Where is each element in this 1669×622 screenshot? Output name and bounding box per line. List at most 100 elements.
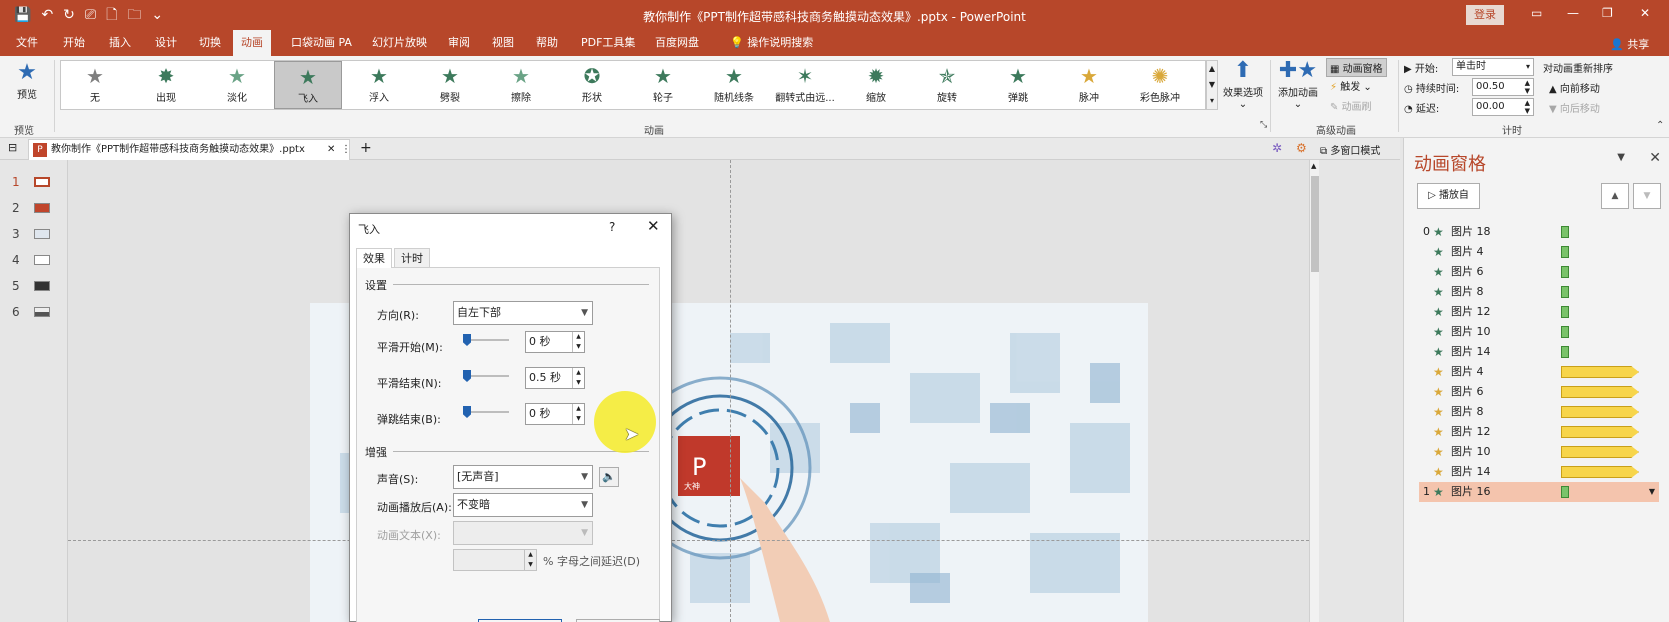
close-dialog-icon[interactable]: ✕ (647, 217, 660, 235)
slide-thumb-6[interactable]: 6 (12, 304, 62, 322)
more-icon[interactable]: ⋮ (341, 140, 351, 160)
slide-thumb-5[interactable]: 5 (12, 278, 62, 296)
effect-random-bars[interactable]: ★ 随机线条 (700, 61, 768, 109)
move-down-button[interactable]: ▼ (1633, 183, 1661, 209)
effect-appear[interactable]: ✸ 出现 (132, 61, 200, 109)
effect-fade[interactable]: ★ 淡化 (203, 61, 271, 109)
restore-icon[interactable]: ❐ (1602, 6, 1613, 20)
tab-view[interactable]: 视图 (484, 30, 522, 56)
animation-item[interactable]: ★ 图片 10 (1419, 442, 1659, 462)
animation-item[interactable]: ★ 图片 8 (1419, 282, 1659, 302)
spin-arrows-icon[interactable]: ▲ ▼ (572, 404, 584, 424)
effect-bounce[interactable]: ★ 弹跳 (984, 61, 1052, 109)
effect-shape[interactable]: ✪ 形状 (558, 61, 626, 109)
smooth-start-slider[interactable] (463, 334, 509, 346)
effect-none[interactable]: ★ 无 (61, 61, 129, 109)
collapse-ribbon-icon[interactable]: ⌃ (1656, 120, 1664, 131)
animation-item[interactable]: ★ 图片 4 (1419, 362, 1659, 382)
move-up-button[interactable]: ▲ (1601, 183, 1629, 209)
animate-text-select[interactable]: ▼ (453, 521, 593, 545)
tab-design[interactable]: 设计 (147, 30, 185, 56)
tab-pdf-tools[interactable]: PDF工具集 (573, 30, 643, 56)
help-icon[interactable]: ? (609, 220, 615, 234)
spin-arrows-icon[interactable]: ▲ ▼ (572, 368, 584, 388)
effect-split[interactable]: ★ 劈裂 (416, 61, 484, 109)
letter-delay-spinner[interactable]: ▲ ▼ (453, 549, 537, 571)
slide-thumb-1[interactable]: 1 (12, 174, 62, 192)
effect-grow-turn[interactable]: ✶ 翻转式由远... (771, 61, 839, 109)
move-earlier-button[interactable]: ▲ 向前移动 (1549, 80, 1600, 95)
effect-fly-in[interactable]: ★ 飞入 (274, 61, 342, 109)
slide-thumb-4[interactable]: 4 (12, 252, 62, 270)
item-dropdown-icon[interactable]: ▼ (1649, 482, 1655, 502)
tab-timing[interactable]: 计时 (394, 248, 430, 268)
scroll-up-icon[interactable]: ▲ (1311, 162, 1316, 170)
animation-item-selected[interactable]: 1 ★ 图片 16 ▼ (1419, 482, 1659, 502)
tab-review[interactable]: 审阅 (440, 30, 478, 56)
tab-pocket-animation[interactable]: 口袋动画 PA (283, 30, 360, 56)
pin-icon[interactable]: ✲ (1272, 141, 1282, 155)
tab-transitions[interactable]: 切换 (191, 30, 229, 56)
scroll-up-icon[interactable]: ▲ (1207, 61, 1217, 77)
trigger-button[interactable]: ⚡ 触发 ⌄ (1330, 78, 1372, 93)
animation-item[interactable]: ★ 图片 14 (1419, 342, 1659, 362)
tab-help[interactable]: 帮助 (528, 30, 566, 56)
effect-pulse[interactable]: ★ 脉冲 (1055, 61, 1123, 109)
animation-item[interactable]: ★ 图片 6 (1419, 262, 1659, 282)
scrollbar-thumb[interactable] (1311, 176, 1319, 272)
animation-painter-button[interactable]: ✎ 动画刷 (1330, 98, 1372, 113)
canvas-scrollbar[interactable]: ▲ (1309, 160, 1319, 622)
slider-knob[interactable] (463, 370, 471, 382)
smooth-end-slider[interactable] (463, 370, 509, 382)
direction-select[interactable]: 自左下部 ▼ (453, 301, 593, 325)
slider-knob[interactable] (463, 334, 471, 346)
animation-item[interactable]: ★ 图片 12 (1419, 302, 1659, 322)
tab-effect[interactable]: 效果 (356, 248, 392, 268)
effect-color-pulse[interactable]: ✺ 彩色脉冲 (1126, 61, 1194, 109)
smooth-start-spinner[interactable]: 0 秒 ▲ ▼ (525, 331, 585, 353)
animation-item[interactable]: ★ 图片 10 (1419, 322, 1659, 342)
sound-select[interactable]: [无声音] ▼ (453, 465, 593, 489)
animation-item[interactable]: ★ 图片 4 (1419, 242, 1659, 262)
close-window-icon[interactable]: ✕ (1640, 6, 1650, 20)
multi-window-button[interactable]: ⧉ 多窗口模式 (1320, 142, 1380, 157)
tab-slideshow[interactable]: 幻灯片放映 (364, 30, 435, 56)
smooth-end-spinner[interactable]: 0.5 秒 ▲ ▼ (525, 367, 585, 389)
tab-home[interactable]: 开始 (55, 30, 93, 56)
login-button[interactable]: 登录 (1466, 5, 1504, 25)
dialog-launcher-icon[interactable]: ⤡ (1260, 120, 1267, 130)
effect-wipe[interactable]: ★ 擦除 (487, 61, 555, 109)
speaker-icon[interactable]: 🔈 (599, 467, 619, 487)
start-select[interactable]: 单击时 ▾ (1452, 58, 1534, 76)
animation-item[interactable]: 0 ★ 图片 18 (1419, 222, 1659, 242)
ribbon-display-icon[interactable]: ▭ (1531, 6, 1542, 20)
preview-button[interactable]: ★ 预览 (8, 60, 46, 101)
tell-me-search[interactable]: 💡 操作说明搜索 (722, 30, 821, 56)
tab-animations[interactable]: 动画 (233, 30, 271, 56)
tab-file[interactable]: 文件 (8, 30, 46, 56)
bounce-end-spinner[interactable]: 0 秒 ▲ ▼ (525, 403, 585, 425)
close-tab-icon[interactable]: ✕ (327, 140, 335, 160)
gallery-scroll[interactable]: ▲ ▼ ▾ (1206, 60, 1218, 110)
tab-list-icon[interactable]: ⊟ (8, 141, 17, 154)
add-animation-button[interactable]: ✚★ 添加动画 ⌄ (1274, 58, 1322, 110)
effect-zoom[interactable]: ✹ 缩放 (842, 61, 910, 109)
spin-arrows-icon[interactable]: ▲ ▼ (572, 332, 584, 352)
slider-knob[interactable] (463, 406, 471, 418)
delay-spinner[interactable]: 00.00 ▲ ▼ (1472, 98, 1534, 116)
play-from-button[interactable]: ▷ 播放自 (1417, 183, 1480, 209)
new-tab-icon[interactable]: + (360, 140, 372, 156)
bounce-end-slider[interactable] (463, 406, 509, 418)
close-pane-icon[interactable]: ✕ (1649, 150, 1661, 166)
slide-thumb-3[interactable]: 3 (12, 226, 62, 244)
move-later-button[interactable]: ▼ 向后移动 (1549, 100, 1600, 115)
slide-thumb-2[interactable]: 2 (12, 200, 62, 218)
after-animation-select[interactable]: 不变暗 ▼ (453, 493, 593, 517)
minimize-icon[interactable]: — (1567, 6, 1579, 20)
tab-insert[interactable]: 插入 (101, 30, 139, 56)
share-button[interactable]: 👤 共享 (1610, 36, 1649, 52)
effect-wheel[interactable]: ★ 轮子 (629, 61, 697, 109)
effect-float-in[interactable]: ★ 浮入 (345, 61, 413, 109)
spin-arrows-icon[interactable]: ▲ ▼ (524, 550, 536, 570)
animation-pane-button[interactable]: ▦ 动画窗格 (1326, 58, 1387, 77)
